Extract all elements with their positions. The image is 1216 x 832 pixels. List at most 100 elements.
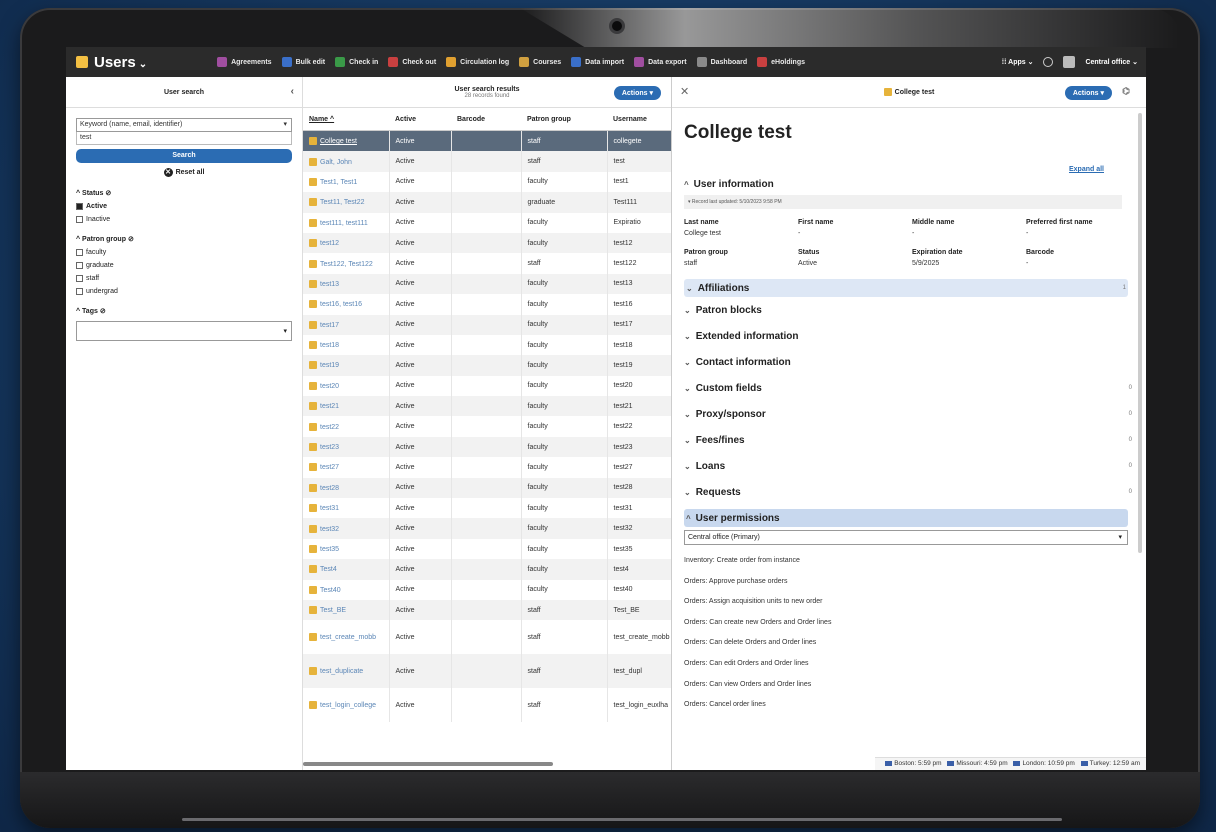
- patron-option-graduate[interactable]: graduate: [76, 262, 302, 269]
- table-row[interactable]: Test40 Active faculty test40: [303, 579, 671, 600]
- user-name-link[interactable]: College test: [320, 138, 357, 145]
- search-index-select[interactable]: Keyword (name, email, identifier) ▾: [76, 118, 292, 132]
- tags-select[interactable]: ▾: [76, 321, 292, 341]
- record-updated-bar[interactable]: ▾ Record last updated: 5/10/2023 9:58 PM: [684, 195, 1122, 209]
- nav-link-check-in[interactable]: Check in: [335, 57, 378, 67]
- column-header-patron-group[interactable]: Patron group: [521, 108, 607, 131]
- table-row[interactable]: test_create_mobb Active staff test_create_m…: [303, 620, 671, 655]
- tag-icon[interactable]: ⌬: [1122, 86, 1130, 97]
- user-name-link[interactable]: test28: [320, 485, 339, 492]
- user-name-link[interactable]: test12: [320, 240, 339, 247]
- close-icon[interactable]: ✕: [680, 85, 689, 98]
- user-name-link[interactable]: Test40: [320, 587, 341, 594]
- user-name-link[interactable]: test_duplicate: [320, 668, 363, 675]
- table-row[interactable]: test27 Active faculty test27: [303, 457, 671, 478]
- user-name-link[interactable]: test27: [320, 464, 339, 471]
- nav-link-circulation-log[interactable]: Circulation log: [446, 57, 509, 67]
- user-name-link[interactable]: test13: [320, 281, 339, 288]
- section-affiliations[interactable]: ⌄ Affiliations 1: [684, 279, 1128, 297]
- detail-actions-button[interactable]: Actions ▾: [1064, 86, 1112, 100]
- horizontal-scrollbar[interactable]: [303, 762, 553, 766]
- nav-link-data-import[interactable]: Data import: [571, 57, 624, 67]
- table-row[interactable]: test22 Active faculty test22: [303, 416, 671, 437]
- user-name-link[interactable]: Test122, Test122: [320, 260, 373, 267]
- user-name-link[interactable]: test18: [320, 342, 339, 349]
- search-input[interactable]: test: [76, 132, 292, 145]
- checkbox[interactable]: [76, 249, 83, 256]
- user-permissions-accordion[interactable]: ^ User permissions: [684, 509, 1128, 527]
- expand-all-link[interactable]: Expand all: [684, 166, 1134, 173]
- checkbox[interactable]: [76, 216, 83, 223]
- table-row[interactable]: Galt, John Active staff test: [303, 151, 671, 172]
- nav-link-agreements[interactable]: Agreements: [217, 57, 272, 67]
- table-row[interactable]: test16, test16 Active faculty test16: [303, 294, 671, 315]
- user-name-link[interactable]: test21: [320, 403, 339, 410]
- user-name-link[interactable]: test19: [320, 362, 339, 369]
- table-row[interactable]: test32 Active faculty test32: [303, 518, 671, 539]
- apps-menu[interactable]: ⁞⁞ Apps ⌄: [1002, 58, 1034, 66]
- patron-option-undergrad[interactable]: undergrad: [76, 288, 302, 295]
- section-loans[interactable]: ⌄ Loans 0: [684, 453, 1134, 479]
- nav-link-courses[interactable]: Courses: [519, 57, 561, 67]
- user-name-link[interactable]: test16, test16: [320, 301, 362, 308]
- user-name-link[interactable]: Test4: [320, 566, 337, 573]
- user-name-link[interactable]: test111, test111: [320, 220, 368, 227]
- table-row[interactable]: Test1, Test1 Active faculty test1: [303, 171, 671, 193]
- user-name-link[interactable]: test20: [320, 383, 339, 390]
- user-name-link[interactable]: Galt, John: [320, 158, 352, 165]
- results-actions-button[interactable]: Actions ▾: [613, 86, 661, 100]
- status-option-inactive[interactable]: Inactive: [76, 216, 302, 223]
- nav-link-eholdings[interactable]: eHoldings: [757, 57, 805, 67]
- table-row[interactable]: test21 Active faculty test21: [303, 396, 671, 417]
- user-name-link[interactable]: test32: [320, 525, 339, 532]
- column-header-name[interactable]: Name ^: [303, 108, 389, 131]
- table-row[interactable]: test12 Active faculty test12: [303, 232, 671, 254]
- table-row[interactable]: College test Active staff collegete: [303, 130, 671, 152]
- status-filter-heading[interactable]: ^ Status ⊘: [76, 189, 302, 197]
- user-name-link[interactable]: test_create_mobb: [320, 634, 376, 641]
- checkbox[interactable]: [76, 288, 83, 295]
- section-custom-fields[interactable]: ⌄ Custom fields 0: [684, 375, 1134, 401]
- table-row[interactable]: Test11, Test22 Active graduate Test111: [303, 192, 671, 213]
- table-row[interactable]: Test122, Test122 Active staff test122: [303, 253, 671, 274]
- nav-link-bulk-edit[interactable]: Bulk edit: [281, 57, 325, 67]
- table-row[interactable]: test23 Active faculty test23: [303, 436, 671, 458]
- section-fees-fines[interactable]: ⌄ Fees/fines 0: [684, 427, 1134, 453]
- collapse-pane-icon[interactable]: ‹: [291, 86, 294, 97]
- table-row[interactable]: test19 Active faculty test19: [303, 355, 671, 376]
- user-name-link[interactable]: test31: [320, 505, 339, 512]
- user-name-link[interactable]: test22: [320, 424, 339, 431]
- app-switcher[interactable]: Users ⌄: [94, 54, 147, 71]
- profile-avatar[interactable]: [1063, 56, 1076, 68]
- checkbox[interactable]: [76, 262, 83, 269]
- location-menu[interactable]: Central office ⌄: [1085, 58, 1138, 66]
- table-row[interactable]: test_login_college Active staff test_login_…: [303, 688, 671, 723]
- section-contact-information[interactable]: ⌄ Contact information: [684, 349, 1134, 375]
- checkbox[interactable]: [76, 203, 83, 210]
- user-name-link[interactable]: Test1, Test1: [320, 179, 357, 186]
- column-header-barcode[interactable]: Barcode: [451, 108, 521, 131]
- table-row[interactable]: test13 Active faculty test13: [303, 273, 671, 295]
- nav-link-data-export[interactable]: Data export: [634, 57, 687, 67]
- table-row[interactable]: Test_BE Active staff Test_BE: [303, 599, 671, 621]
- table-row[interactable]: test35 Active faculty test35: [303, 538, 671, 560]
- table-row[interactable]: Test4 Active faculty test4: [303, 559, 671, 580]
- table-row[interactable]: test_duplicate Active staff test_dupl: [303, 654, 671, 689]
- table-row[interactable]: test20 Active faculty test20: [303, 375, 671, 397]
- section-extended-information[interactable]: ⌄ Extended information: [684, 323, 1134, 349]
- patron-option-faculty[interactable]: faculty: [76, 249, 302, 256]
- section-requests[interactable]: ⌄ Requests 0: [684, 479, 1134, 505]
- checkbox[interactable]: [76, 275, 83, 282]
- column-header-username[interactable]: Username: [607, 108, 671, 131]
- table-row[interactable]: test28 Active faculty test28: [303, 477, 671, 499]
- table-row[interactable]: test18 Active faculty test18: [303, 334, 671, 356]
- tags-filter-heading[interactable]: ^ Tags ⊘: [76, 307, 302, 315]
- section-proxy-sponsor[interactable]: ⌄ Proxy/sponsor 0: [684, 401, 1134, 427]
- user-name-link[interactable]: Test_BE: [320, 607, 346, 614]
- user-name-link[interactable]: test23: [320, 444, 339, 451]
- help-icon[interactable]: [1043, 57, 1054, 67]
- nav-link-dashboard[interactable]: Dashboard: [696, 57, 747, 67]
- user-name-link[interactable]: test35: [320, 546, 339, 553]
- user-name-link[interactable]: test17: [320, 322, 339, 329]
- table-row[interactable]: test31 Active faculty test31: [303, 498, 671, 519]
